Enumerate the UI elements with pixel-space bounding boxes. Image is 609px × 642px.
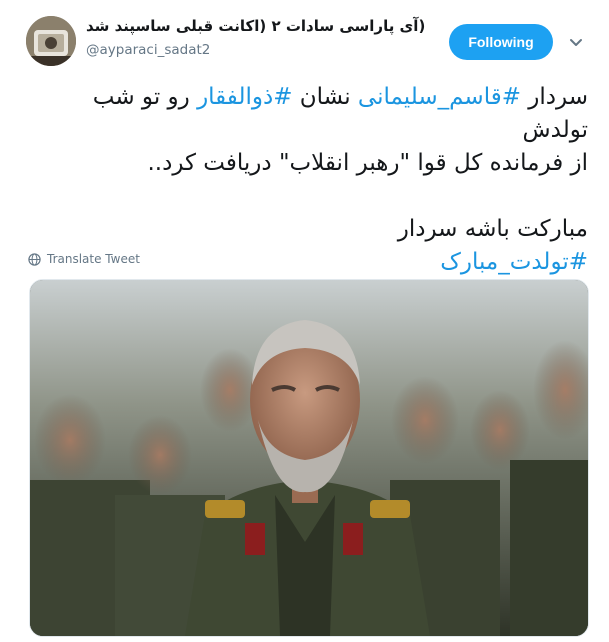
hashtag-link[interactable]: #تولدت_مبارک xyxy=(440,249,588,275)
chevron-down-icon[interactable] xyxy=(568,34,584,50)
display-name[interactable]: (آی پاراسی سادات ۲ (اکانت قبلی ساسپند شد xyxy=(86,17,425,35)
hashtag-link[interactable]: #ذوالفقار xyxy=(197,84,292,110)
following-button[interactable]: Following xyxy=(449,24,553,60)
text-segment: سردار xyxy=(520,84,588,110)
tweet-header: (آی پاراسی سادات ۲ (اکانت قبلی ساسپند شد… xyxy=(0,0,609,80)
tweet-line-2: از فرمانده کل قوا "رهبر انقلاب" دریافت ک… xyxy=(147,150,588,176)
translate-label: Translate Tweet xyxy=(47,252,140,266)
hashtag-link[interactable]: #قاسم_سلیمانی xyxy=(358,84,521,110)
avatar[interactable] xyxy=(26,16,76,66)
user-handle[interactable]: @ayparaci_sadat2 xyxy=(86,42,210,58)
tweet-line-1: سردار #قاسم_سلیمانی نشان #ذوالفقار رو تو… xyxy=(26,81,588,147)
tweet-line-3: مبارکت باشه سردار xyxy=(397,216,588,242)
translate-tweet-link[interactable]: Translate Tweet xyxy=(28,250,140,268)
globe-icon xyxy=(28,252,41,266)
tweet-photo[interactable] xyxy=(29,279,589,637)
text-segment: نشان xyxy=(292,84,358,110)
